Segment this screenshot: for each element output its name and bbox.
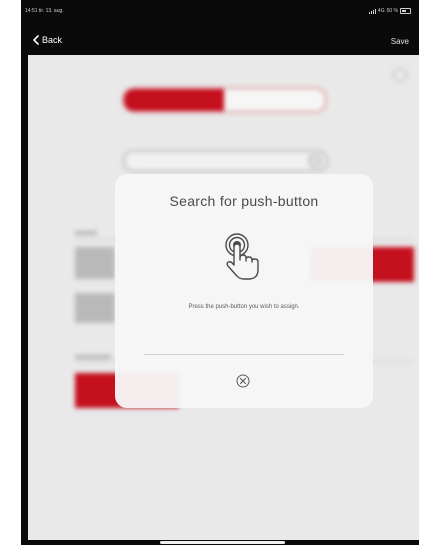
dropdown-knob — [308, 154, 322, 168]
status-time-date: 14:51 tir. 13. aug. — [25, 8, 64, 14]
chevron-left-icon — [33, 35, 39, 45]
status-bar: 14:51 tir. 13. aug. 4G 50 % — [21, 6, 419, 16]
selector-dropdown — [123, 150, 328, 172]
section-label — [75, 355, 111, 359]
segment-active — [124, 89, 224, 111]
dialog-title: Search for push-button — [169, 193, 319, 209]
back-label: Back — [42, 35, 63, 45]
home-indicator[interactable] — [160, 541, 285, 544]
info-circle-icon — [393, 68, 407, 82]
section-label — [75, 231, 97, 235]
grey-button — [75, 247, 115, 279]
search-pushbutton-dialog: Search for push-button Press the push-bu… — [115, 174, 373, 408]
battery-percentage: 50 % — [386, 8, 398, 14]
back-button[interactable]: Back — [33, 35, 62, 45]
touch-finger-icon — [225, 233, 259, 280]
dialog-divider — [144, 354, 344, 355]
navigation-bar: Back Save — [21, 30, 419, 54]
settings-content: Search for push-button Press the push-bu… — [28, 55, 419, 540]
device-screen: 14:51 tir. 13. aug. 4G 50 % Back Save Se… — [21, 0, 419, 545]
save-button[interactable]: Save — [391, 37, 409, 46]
battery-icon — [400, 8, 411, 14]
network-type: 4G — [377, 8, 385, 14]
signal-icon — [368, 8, 376, 14]
dialog-message: Press the push-button you wish to assign… — [188, 304, 300, 310]
status-indicators: 4G 50 % — [368, 6, 411, 16]
mode-segmented-control — [122, 87, 327, 113]
grey-button — [75, 293, 115, 323]
close-circle-icon[interactable] — [236, 374, 250, 388]
